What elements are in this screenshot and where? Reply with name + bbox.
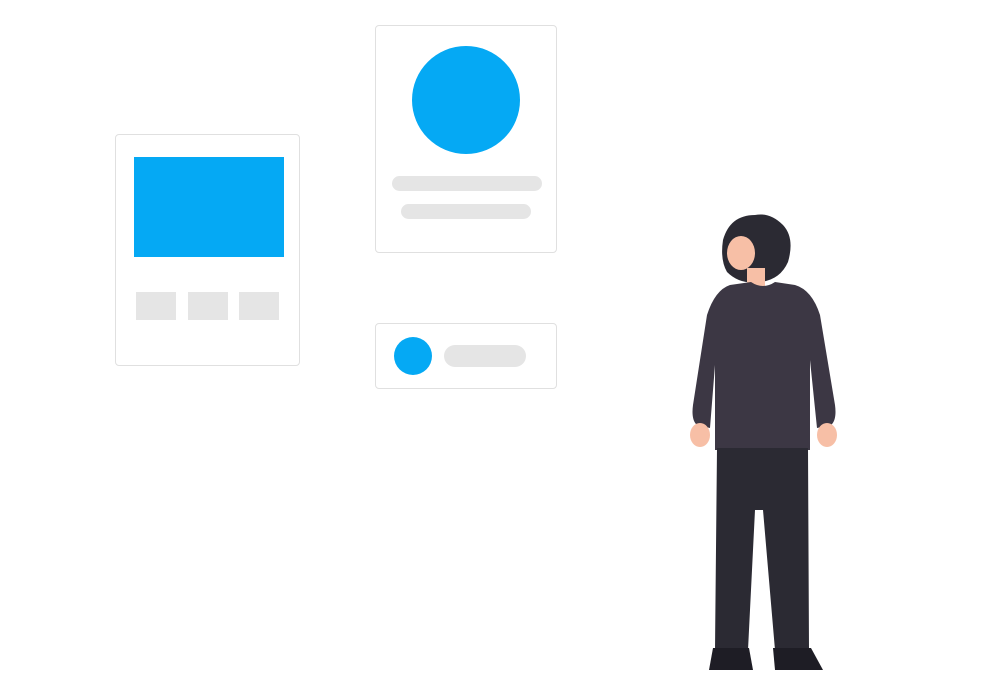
- avatar-placeholder-icon: [394, 337, 432, 375]
- wireframe-card-listitem: [375, 323, 557, 389]
- thumbnail-placeholder-icon: [188, 292, 228, 320]
- text-placeholder-icon: [444, 345, 526, 367]
- wireframe-card-image: [115, 134, 300, 366]
- thumbnail-placeholder-icon: [136, 292, 176, 320]
- text-placeholder-icon: [392, 176, 542, 191]
- person-illustration-icon: [655, 210, 885, 680]
- image-placeholder-icon: [134, 157, 284, 257]
- thumbnail-row: [134, 292, 281, 320]
- thumbnail-placeholder-icon: [239, 292, 279, 320]
- avatar-placeholder-icon: [412, 46, 520, 154]
- wireframe-card-profile: [375, 25, 557, 253]
- text-placeholder-icon: [401, 204, 531, 219]
